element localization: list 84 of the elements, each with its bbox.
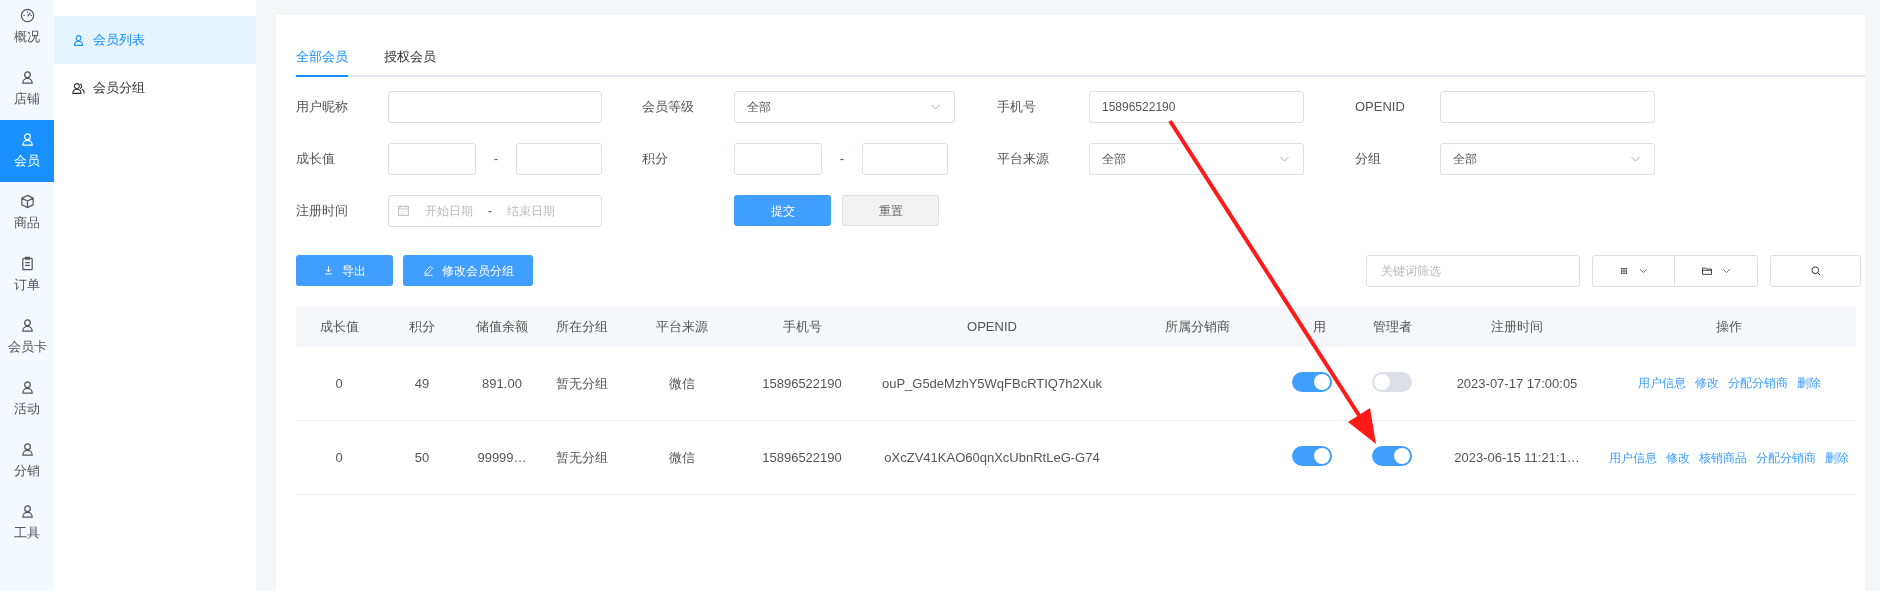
field-label: 用户昵称 (296, 97, 349, 116)
column-header: 积分 (409, 318, 435, 334)
folder-icon (1700, 264, 1713, 277)
box-icon (19, 193, 35, 209)
table-cell: 2023-06-15 11:21:1… (1454, 449, 1580, 465)
column-header: 所在分组 (556, 318, 608, 334)
field-label: 积分 (642, 149, 669, 168)
field-label: 注册时间 (296, 201, 349, 220)
table-cell: 99999… (477, 449, 527, 465)
column-header: 操作 (1716, 318, 1742, 334)
date-range-field[interactable]: 开始日期 - 结束日期 (388, 194, 602, 227)
input-field[interactable]: 15896522190 (1089, 90, 1304, 123)
table-cell: 2023-07-17 17:00:05 (1456, 375, 1578, 391)
range-separator: - (492, 149, 500, 168)
field-label: OPENID (1355, 97, 1406, 116)
input-field[interactable] (734, 142, 822, 175)
user-icon (19, 69, 35, 85)
sidebar-item[interactable]: 会员卡 (0, 306, 54, 368)
table-cell: oXcZV41KAO60qnXcUbnRtLeG-G74 (884, 449, 1100, 465)
column-header: 注册时间 (1491, 318, 1543, 334)
column-header: 用 (1313, 318, 1326, 334)
user-icon (19, 379, 35, 395)
sidebar-item[interactable]: 分销 (0, 430, 54, 492)
table-cell: ouP_G5deMzhY5WqFBcRTIQ7h2Xuk (881, 375, 1103, 391)
field-label: 平台来源 (997, 149, 1050, 168)
field-label: 分组 (1355, 149, 1382, 168)
input-field[interactable] (1440, 90, 1655, 123)
field-label: 成长值 (296, 149, 336, 168)
search-button[interactable] (1770, 254, 1861, 287)
user-icon (19, 131, 35, 147)
tab[interactable]: 授权会员 (384, 47, 436, 77)
table-cell: 49 (414, 375, 430, 391)
submenu-item[interactable]: 会员列表 (54, 16, 256, 64)
column-header: 成长值 (319, 318, 359, 334)
column-header: 所属分销商 (1164, 318, 1230, 334)
sidebar-item[interactable]: 店铺 (0, 58, 54, 120)
column-header: 手机号 (782, 318, 822, 334)
search-icon (1809, 264, 1822, 277)
user-icon (19, 317, 35, 333)
sidebar-item[interactable]: 订单 (0, 244, 54, 306)
reset-button[interactable]: 重置 (842, 195, 939, 226)
user-icon (19, 503, 35, 519)
column-header: 平台来源 (656, 318, 708, 334)
tab[interactable]: 全部会员 (296, 47, 348, 77)
input-field[interactable] (862, 142, 948, 175)
pencil-icon (422, 265, 434, 276)
table-cell: 50 (414, 449, 430, 465)
sidebar-item[interactable]: 工具 (0, 492, 54, 554)
sidebar-item[interactable]: 会员 (0, 120, 54, 182)
sidebar-item[interactable]: 概况 (0, 0, 54, 58)
table-cell: 0 (335, 449, 343, 465)
column-header: 管理者 (1372, 318, 1412, 334)
user-icon (72, 33, 85, 47)
columns-dropdown-button[interactable] (1592, 254, 1675, 287)
export-dropdown-button[interactable] (1675, 254, 1758, 287)
input-field[interactable] (516, 142, 602, 175)
select-field[interactable]: 全部 (1440, 142, 1655, 175)
submenu-item[interactable]: 会员分组 (54, 64, 256, 112)
table-cell: 微信 (669, 375, 695, 391)
user-icon (19, 441, 35, 457)
table-cell: 891.00 (482, 375, 522, 391)
table-cell: 15896522190 (762, 449, 842, 465)
table-cell: 0 (335, 375, 343, 391)
clipboard-icon (19, 255, 35, 271)
input-field[interactable] (388, 142, 476, 175)
input-field[interactable] (388, 90, 602, 123)
download-icon (323, 265, 334, 276)
table-cell: 暂无分组 (556, 375, 608, 391)
sidebar-item[interactable]: 活动 (0, 368, 54, 430)
column-header: OPENID (967, 318, 1017, 334)
field-label: 会员等级 (642, 97, 695, 116)
calendar-icon (397, 204, 410, 217)
column-header: 储值余额 (476, 318, 528, 334)
select-field[interactable]: 全部 (734, 90, 955, 123)
range-separator: - (838, 149, 846, 168)
keyword-search-field[interactable]: 关键词筛选 (1366, 254, 1580, 287)
table-cell: 微信 (669, 449, 695, 465)
table-cell: 暂无分组 (556, 449, 608, 465)
field-label: 手机号 (997, 97, 1037, 116)
select-field[interactable]: 全部 (1089, 142, 1304, 175)
table-cell: 15896522190 (762, 375, 842, 391)
gauge-icon (19, 7, 35, 23)
users-icon (72, 81, 85, 95)
sidebar-item[interactable]: 商品 (0, 182, 54, 244)
